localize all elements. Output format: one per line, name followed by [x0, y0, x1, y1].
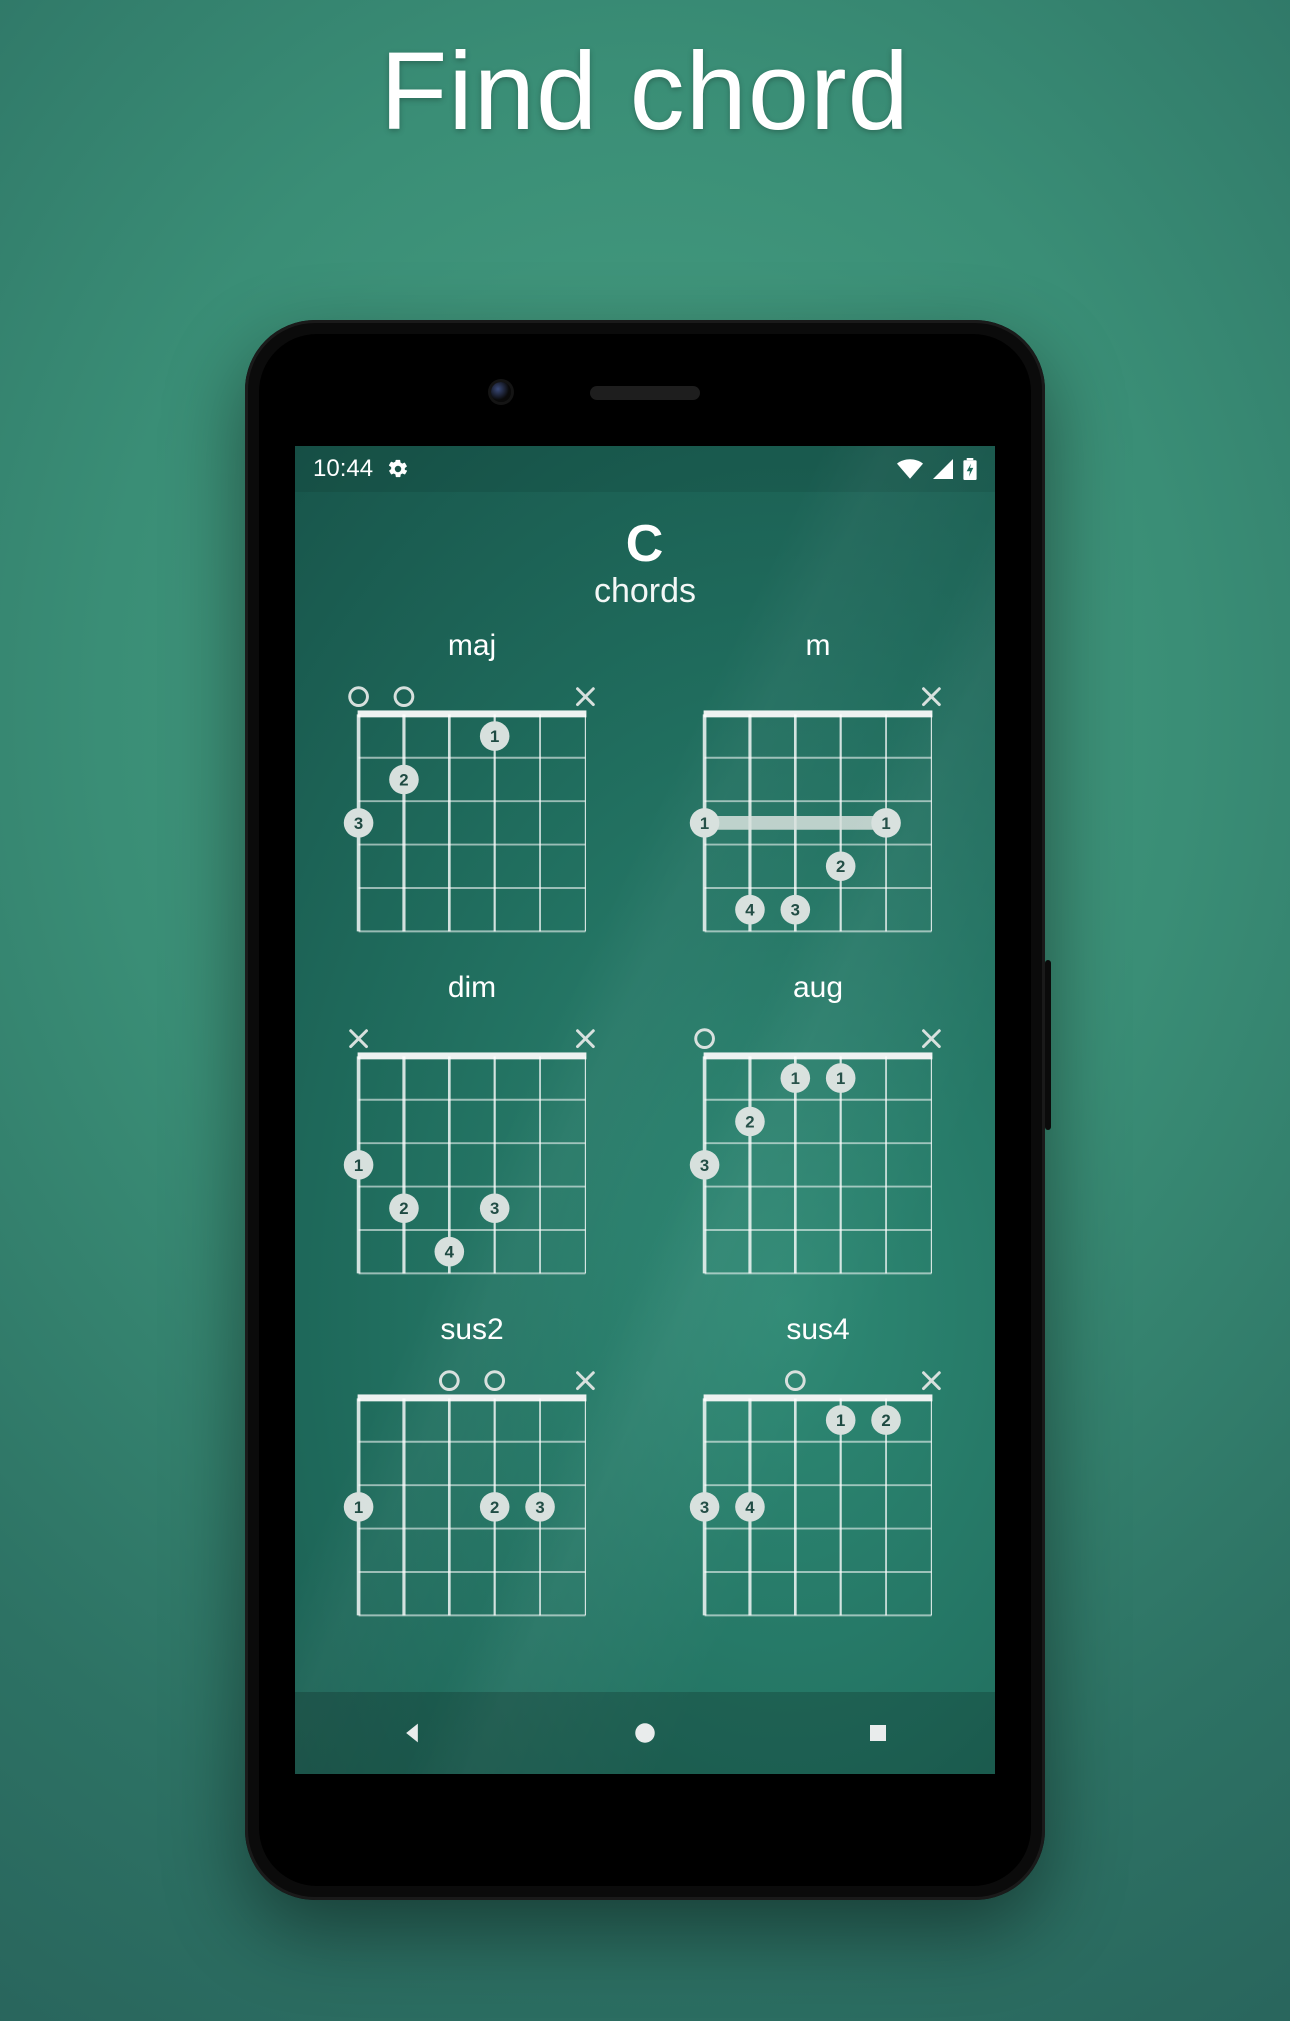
chord-type-label: aug: [675, 971, 961, 1005]
phone-frame: 10:44 C: [245, 320, 1045, 1900]
svg-text:2: 2: [881, 1411, 890, 1430]
chord-card-maj[interactable]: maj 1 2 3: [329, 629, 615, 941]
chord-root: C: [295, 514, 995, 574]
chord-card-aug[interactable]: aug 1 1 2 3: [675, 971, 961, 1283]
chord-card-sus4[interactable]: sus4 1 2 3 4: [675, 1313, 961, 1625]
svg-text:3: 3: [700, 1156, 709, 1175]
nav-home-button[interactable]: [626, 1714, 664, 1752]
svg-text:2: 2: [399, 770, 408, 789]
chord-type-label: sus2: [329, 1313, 615, 1347]
cell-signal-icon: [933, 459, 953, 479]
chord-type-label: dim: [329, 971, 615, 1005]
chord-type-label: m: [675, 629, 961, 663]
battery-charging-icon: [963, 458, 977, 480]
status-time: 10:44: [313, 455, 373, 483]
speaker-grille: [590, 386, 700, 400]
svg-text:2: 2: [745, 1113, 754, 1132]
svg-text:1: 1: [354, 1498, 363, 1517]
chord-diagram: 1 2 3 4: [329, 1013, 615, 1283]
status-bar: 10:44: [295, 446, 995, 492]
chord-diagram: 1 1 2 3: [675, 1013, 961, 1283]
chord-header: C chords: [295, 514, 995, 611]
svg-text:1: 1: [836, 1411, 845, 1430]
svg-text:3: 3: [700, 1498, 709, 1517]
svg-text:3: 3: [354, 814, 363, 833]
svg-text:1: 1: [881, 814, 890, 833]
svg-text:2: 2: [399, 1199, 408, 1218]
nav-recent-button[interactable]: [859, 1714, 897, 1752]
chord-diagram: 1 2 3: [329, 671, 615, 941]
chord-grid: maj 1 2 3 m 1 1 2 3 4 dim 1 2 3 4 aug 1 1 2 3 sus2 1 2 3 sus4 1 2 3…: [295, 611, 995, 1626]
android-nav-bar: [295, 1692, 995, 1774]
svg-text:3: 3: [535, 1498, 544, 1517]
svg-text:1: 1: [354, 1156, 363, 1175]
chord-diagram: 1 2 3 4: [675, 1355, 961, 1625]
chord-diagram: 1 1 2 3 4: [675, 671, 961, 941]
phone-bezel: 10:44 C: [259, 334, 1031, 1886]
svg-text:4: 4: [445, 1243, 455, 1262]
nav-back-button[interactable]: [393, 1714, 431, 1752]
chord-type-label: sus4: [675, 1313, 961, 1347]
chord-type-label: maj: [329, 629, 615, 663]
svg-text:1: 1: [791, 1069, 800, 1088]
wifi-icon: [897, 459, 923, 479]
chord-card-dim[interactable]: dim 1 2 3 4: [329, 971, 615, 1283]
chord-diagram: 1 2 3: [329, 1355, 615, 1625]
chord-card-sus2[interactable]: sus2 1 2 3: [329, 1313, 615, 1625]
promo-title: Find chord: [0, 28, 1290, 155]
svg-text:3: 3: [791, 901, 800, 920]
front-camera: [491, 382, 511, 402]
svg-text:1: 1: [490, 727, 499, 746]
svg-text:1: 1: [836, 1069, 845, 1088]
chord-subtitle: chords: [295, 572, 995, 611]
svg-text:4: 4: [745, 901, 755, 920]
svg-text:3: 3: [490, 1199, 499, 1218]
svg-text:4: 4: [745, 1498, 755, 1517]
svg-text:1: 1: [700, 814, 709, 833]
phone-screen: 10:44 C: [295, 446, 995, 1774]
gear-icon: [387, 458, 409, 480]
svg-text:2: 2: [836, 857, 845, 876]
svg-text:2: 2: [490, 1498, 499, 1517]
chord-card-m[interactable]: m 1 1 2 3 4: [675, 629, 961, 941]
